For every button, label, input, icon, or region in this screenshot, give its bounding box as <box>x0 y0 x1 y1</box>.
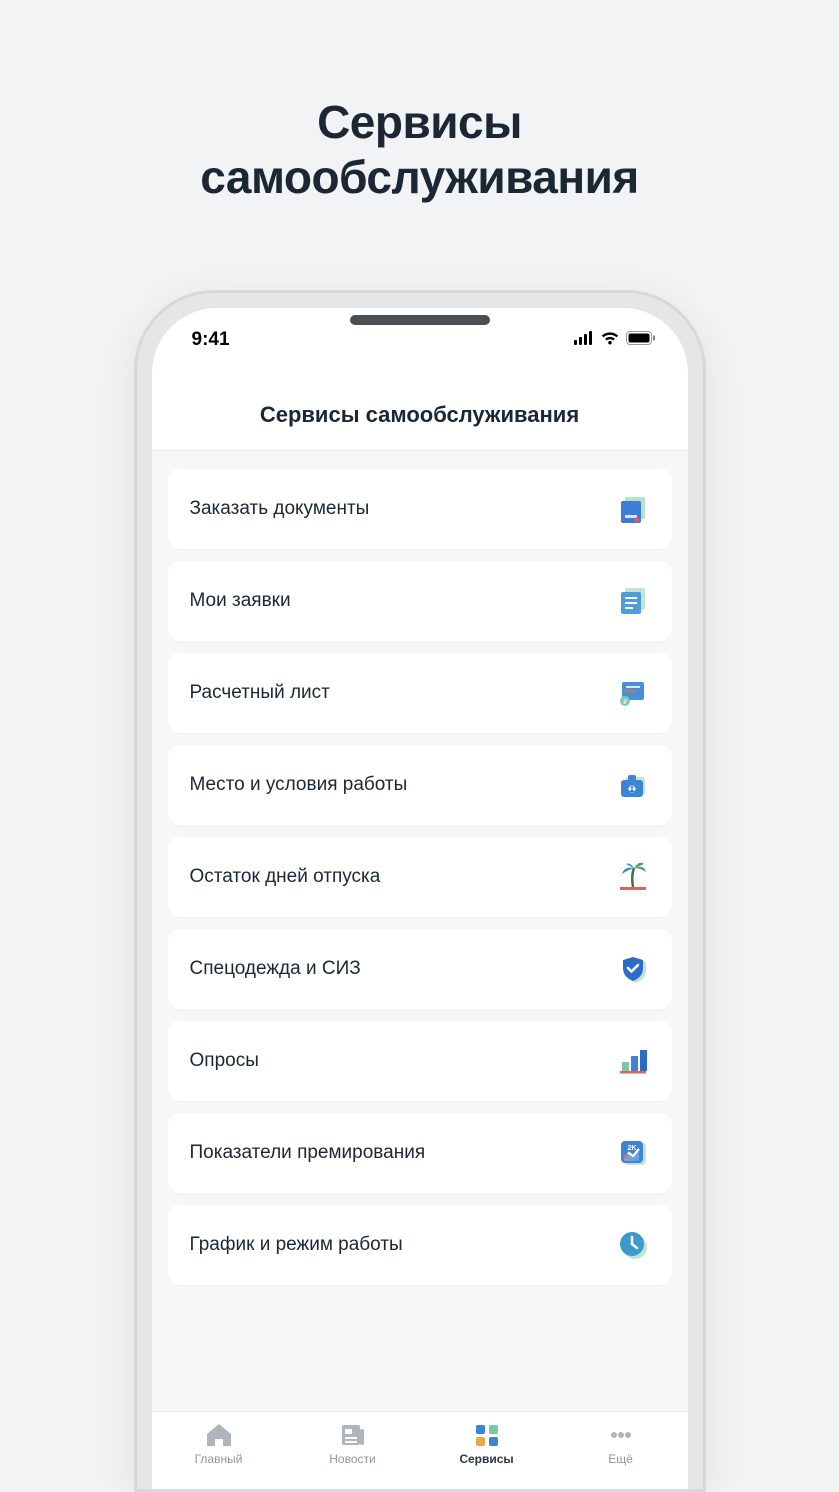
bonus-metrics-icon: 2K <box>616 1136 650 1170</box>
menu-item-label: Остаток дней отпуска <box>190 866 381 888</box>
side-button <box>703 543 706 653</box>
menu-item-label: Показатели премирования <box>190 1142 426 1164</box>
tab-services[interactable]: Сервисы <box>420 1422 554 1466</box>
cellular-signal-icon <box>574 331 594 350</box>
menu-item-payslip[interactable]: Расчетный лист ₽ <box>168 653 672 733</box>
my-requests-icon <box>616 584 650 618</box>
wifi-icon <box>600 331 620 350</box>
tab-label: Ещё <box>608 1452 633 1466</box>
menu-item-vacation-balance[interactable]: Остаток дней отпуска <box>168 837 672 917</box>
payslip-icon: ₽ <box>616 676 650 710</box>
device-frame: 9:41 <box>134 290 706 1492</box>
menu-list: Заказать документы Мои заявки <box>152 451 688 1411</box>
tab-news[interactable]: Новости <box>286 1422 420 1466</box>
status-indicators <box>574 331 656 350</box>
svg-text:2K: 2K <box>627 1145 636 1152</box>
vacation-balance-icon <box>616 860 650 894</box>
menu-item-surveys[interactable]: Опросы <box>168 1021 672 1101</box>
menu-item-label: Место и условия работы <box>190 774 408 796</box>
menu-item-bonus-metrics[interactable]: Показатели премирования 2K <box>168 1113 672 1193</box>
news-icon <box>339 1422 367 1448</box>
device-notch <box>350 315 490 325</box>
document-order-icon <box>616 492 650 526</box>
svg-text:₽: ₽ <box>623 699 627 706</box>
tab-home[interactable]: Главный <box>152 1422 286 1466</box>
schedule-icon <box>616 1228 650 1262</box>
menu-item-label: Мои заявки <box>190 590 291 612</box>
side-button <box>134 525 137 597</box>
menu-item-label: Спецодежда и СИЗ <box>190 958 361 980</box>
tab-bar: Главный Новости <box>152 1411 688 1489</box>
menu-item-order-documents[interactable]: Заказать документы <box>168 469 672 549</box>
device-screen: 9:41 <box>152 308 688 1489</box>
home-icon <box>205 1422 233 1448</box>
page-title: Сервисы самообслуживания <box>152 402 688 428</box>
tab-label: Главный <box>195 1452 243 1466</box>
menu-item-workplace[interactable]: Место и условия работы <box>168 745 672 825</box>
menu-item-my-requests[interactable]: Мои заявки <box>168 561 672 641</box>
menu-item-label: Заказать документы <box>190 498 370 520</box>
workplace-icon <box>616 768 650 802</box>
surveys-icon <box>616 1044 650 1078</box>
ppe-icon <box>616 952 650 986</box>
menu-item-label: График и режим работы <box>190 1234 403 1256</box>
status-time: 9:41 <box>192 329 230 351</box>
more-icon <box>607 1422 635 1448</box>
side-button <box>134 613 137 685</box>
menu-item-schedule[interactable]: График и режим работы <box>168 1205 672 1285</box>
promo-heading: Сервисы самообслуживания <box>0 0 839 205</box>
battery-icon <box>626 331 656 350</box>
services-icon <box>473 1422 501 1448</box>
side-button <box>134 458 137 496</box>
promo-heading-line1: Сервисы <box>317 96 522 148</box>
app-header: Сервисы самообслуживания <box>152 362 688 451</box>
promo-heading-line2: самообслуживания <box>200 151 639 203</box>
menu-item-label: Опросы <box>190 1050 259 1072</box>
menu-item-label: Расчетный лист <box>190 682 330 704</box>
tab-label: Сервисы <box>459 1452 513 1466</box>
tab-label: Новости <box>329 1452 375 1466</box>
tab-more[interactable]: Ещё <box>554 1422 688 1466</box>
menu-item-ppe[interactable]: Спецодежда и СИЗ <box>168 929 672 1009</box>
